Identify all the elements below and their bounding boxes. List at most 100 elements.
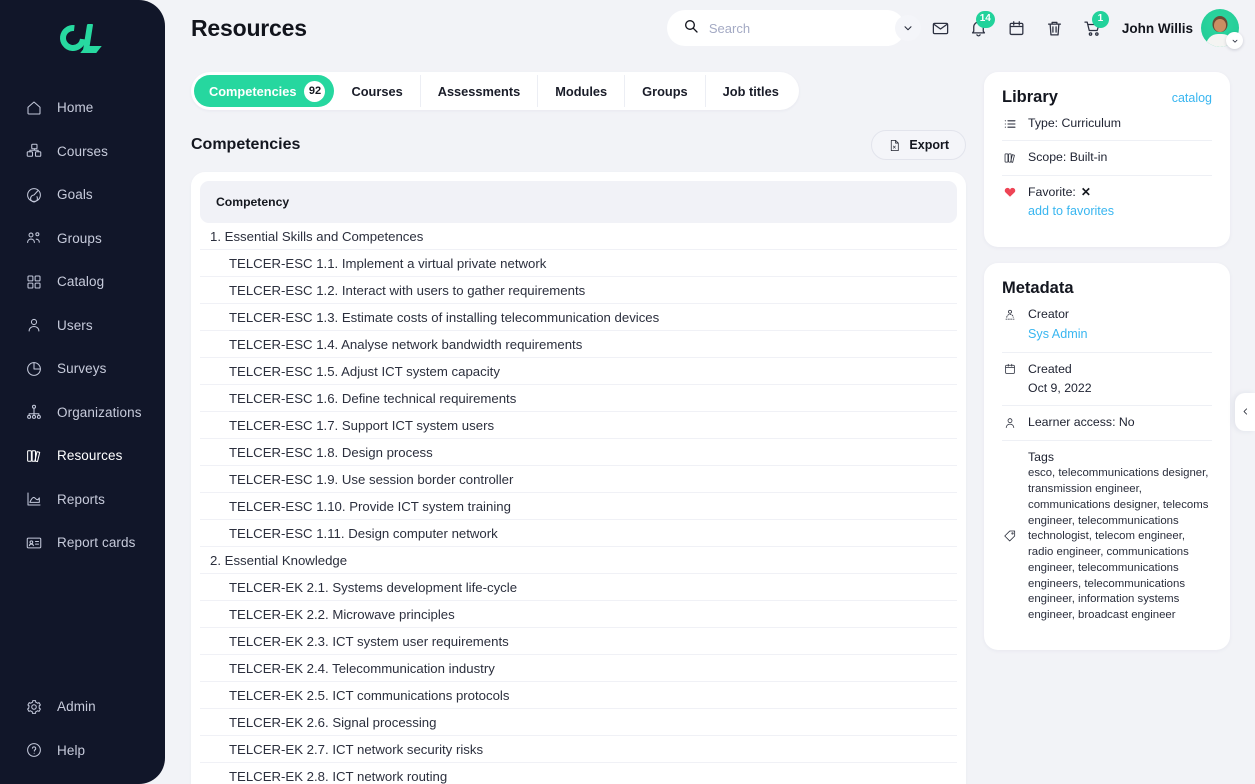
- metadata-creator: Creator Sys Admin: [1028, 306, 1212, 343]
- table-row[interactable]: TELCER-EK 2.6. Signal processing: [200, 709, 957, 736]
- logo[interactable]: [0, 0, 165, 82]
- home-icon: [24, 98, 43, 117]
- sidebar-item-reports[interactable]: Reports: [0, 478, 165, 522]
- sidebar-item-goals[interactable]: Goals: [0, 173, 165, 217]
- search-icon: [683, 18, 699, 39]
- gear-icon: [24, 697, 43, 716]
- table-row[interactable]: TELCER-ESC 1.2. Interact with users to g…: [200, 277, 957, 304]
- avatar[interactable]: [1201, 9, 1243, 49]
- trash-icon[interactable]: [1039, 13, 1070, 44]
- cart-icon[interactable]: 1: [1077, 10, 1109, 44]
- tab-competencies[interactable]: Competencies 92: [194, 75, 335, 107]
- report-cards-icon: [24, 533, 43, 552]
- search-bar[interactable]: [666, 10, 921, 46]
- table-row[interactable]: TELCER-ESC 1.9. Use session border contr…: [200, 466, 957, 493]
- table-row[interactable]: TELCER-EK 2.5. ICT communications protoc…: [200, 682, 957, 709]
- creator-value-link[interactable]: Sys Admin: [1028, 326, 1212, 344]
- sidebar-item-resources[interactable]: Resources: [0, 434, 165, 478]
- table-row[interactable]: TELCER-ESC 1.10. Provide ICT system trai…: [200, 493, 957, 520]
- tab-groups[interactable]: Groups: [625, 75, 706, 107]
- sidebar-item-report-cards[interactable]: Report cards: [0, 521, 165, 565]
- table-row[interactable]: TELCER-EK 2.1. Systems development life-…: [200, 574, 957, 601]
- table-row[interactable]: TELCER-ESC 1.4. Analyse network bandwidt…: [200, 331, 957, 358]
- sidebar-item-groups[interactable]: Groups: [0, 217, 165, 261]
- search-chevron-down-icon[interactable]: [894, 15, 921, 41]
- table-header-row: Competency: [200, 181, 957, 223]
- table-row[interactable]: TELCER-ESC 1.1. Implement a virtual priv…: [200, 250, 957, 277]
- row-label: 1. Essential Skills and Competences: [210, 228, 424, 244]
- avatar-chevron-down-icon[interactable]: [1226, 32, 1243, 49]
- table-row[interactable]: 1. Essential Skills and Competences: [200, 223, 957, 250]
- bell-icon[interactable]: 14: [963, 10, 995, 44]
- sidebar-item-surveys[interactable]: Surveys: [0, 347, 165, 391]
- table-row[interactable]: TELCER-ESC 1.7. Support ICT system users: [200, 412, 957, 439]
- row-label: TELCER-ESC 1.11. Design computer network: [229, 525, 498, 541]
- sidebar-item-label: Users: [57, 317, 93, 333]
- mail-icon[interactable]: [925, 13, 956, 44]
- export-button[interactable]: Export: [871, 130, 966, 160]
- row-label: TELCER-EK 2.2. Microwave principles: [229, 606, 455, 622]
- person-icon: [1002, 415, 1017, 430]
- calendar-icon: [1002, 362, 1017, 377]
- tab-label: Assessments: [437, 83, 521, 99]
- table-row[interactable]: TELCER-ESC 1.3. Estimate costs of instal…: [200, 304, 957, 331]
- sidebar-item-home[interactable]: Home: [0, 86, 165, 130]
- tags-value: esco, telecommunications designer, trans…: [1028, 467, 1209, 621]
- tab-modules[interactable]: Modules: [538, 75, 626, 107]
- row-label: TELCER-ESC 1.10. Provide ICT system trai…: [229, 498, 511, 514]
- sidebar-item-users[interactable]: Users: [0, 304, 165, 348]
- user-name: John Willis: [1121, 20, 1193, 36]
- catalog-link[interactable]: catalog: [1172, 91, 1212, 105]
- table-row[interactable]: TELCER-EK 2.8. ICT network routing: [200, 763, 957, 784]
- tab-label: Modules: [555, 83, 608, 99]
- library-type-row: Type: Curriculum: [1002, 107, 1212, 142]
- sidebar-item-admin[interactable]: Admin: [0, 685, 165, 729]
- calendar-icon[interactable]: [1001, 13, 1032, 44]
- sidebar-item-label: Groups: [57, 230, 102, 246]
- table-row[interactable]: TELCER-EK 2.7. ICT network security risk…: [200, 736, 957, 763]
- export-file-icon: [888, 138, 901, 153]
- row-label: TELCER-ESC 1.9. Use session border contr…: [229, 471, 514, 487]
- sidebar-item-label: Admin: [57, 699, 96, 715]
- row-label: TELCER-ESC 1.8. Design process: [229, 444, 433, 460]
- favorite-value-x-icon: ✕: [1080, 184, 1091, 199]
- chevron-left-icon: [1241, 403, 1250, 421]
- sidebar-item-help[interactable]: Help: [0, 729, 165, 773]
- tab-courses[interactable]: Courses: [334, 75, 421, 107]
- topbar-right: 14 1 John Willis: [666, 9, 1243, 49]
- table-row[interactable]: TELCER-EK 2.3. ICT system user requireme…: [200, 628, 957, 655]
- sidebar-item-courses[interactable]: Courses: [0, 130, 165, 174]
- users-icon: [24, 316, 43, 335]
- library-title: Library: [1002, 88, 1058, 106]
- row-label: TELCER-ESC 1.5. Adjust ICT system capaci…: [229, 363, 500, 379]
- metadata-created-row: Created Oct 9, 2022: [1002, 353, 1212, 407]
- table-row[interactable]: TELCER-ESC 1.6. Define technical require…: [200, 385, 957, 412]
- sidebar-item-organizations[interactable]: Organizations: [0, 391, 165, 435]
- reports-icon: [24, 490, 43, 509]
- search-input[interactable]: [708, 20, 885, 36]
- cl-logo-icon: [54, 19, 106, 57]
- row-label: TELCER-EK 2.3. ICT system user requireme…: [229, 633, 509, 649]
- tab-count-badge: 92: [304, 80, 326, 102]
- collapse-panel-button[interactable]: [1235, 393, 1255, 431]
- sidebar-item-catalog[interactable]: Catalog: [0, 260, 165, 304]
- tab-assessments[interactable]: Assessments: [421, 75, 539, 107]
- tag-icon: [1002, 529, 1017, 544]
- table-row[interactable]: TELCER-ESC 1.5. Adjust ICT system capaci…: [200, 358, 957, 385]
- page-title: Resources: [191, 14, 307, 41]
- tab-job-titles[interactable]: Job titles: [706, 75, 796, 107]
- table-row[interactable]: TELCER-EK 2.4. Telecommunication industr…: [200, 655, 957, 682]
- add-to-favorites-link[interactable]: add to favorites: [1028, 203, 1212, 221]
- table-row[interactable]: 2. Essential Knowledge: [200, 547, 957, 574]
- row-label: TELCER-ESC 1.3. Estimate costs of instal…: [229, 309, 660, 325]
- tab-label: Job titles: [722, 83, 779, 99]
- tab-label: Courses: [351, 83, 403, 99]
- topbar-icons: 14 1: [925, 10, 1109, 44]
- table-row[interactable]: TELCER-ESC 1.11. Design computer network: [200, 520, 957, 547]
- table-row[interactable]: TELCER-EK 2.2. Microwave principles: [200, 601, 957, 628]
- table-row[interactable]: TELCER-ESC 1.8. Design process: [200, 439, 957, 466]
- tags-label: Tags: [1028, 449, 1054, 464]
- row-label: 2. Essential Knowledge: [210, 552, 348, 568]
- cart-badge: 1: [1091, 10, 1109, 28]
- row-label: TELCER-ESC 1.7. Support ICT system users: [229, 417, 495, 433]
